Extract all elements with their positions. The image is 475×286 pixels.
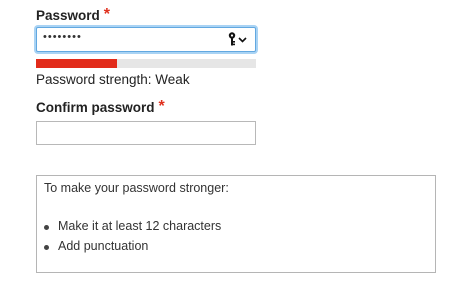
suggestion-item: Make it at least 12 characters xyxy=(41,219,221,239)
password-strength-text: Password strength: Weak xyxy=(36,72,190,87)
password-label-text: Password xyxy=(36,8,100,23)
suggestions-intro: To make your password stronger: xyxy=(44,181,229,195)
password-masked-value: •••••••• xyxy=(43,31,82,43)
password-input[interactable]: •••••••• xyxy=(36,27,256,52)
key-dropdown-icon[interactable] xyxy=(227,31,249,47)
confirm-password-label-text: Confirm password xyxy=(36,100,155,115)
password-label: Password * xyxy=(36,6,111,25)
confirm-password-input[interactable] xyxy=(36,121,256,145)
confirm-password-label: Confirm password * xyxy=(36,98,165,117)
password-strength-meter xyxy=(36,59,256,68)
required-marker: * xyxy=(103,6,111,23)
suggestion-item: Add punctuation xyxy=(41,239,221,259)
password-suggestions-box: To make your password stronger: Make it … xyxy=(36,175,436,273)
suggestions-list: Make it at least 12 characters Add punct… xyxy=(41,219,221,259)
required-marker: * xyxy=(158,98,165,115)
password-strength-fill xyxy=(36,59,118,68)
